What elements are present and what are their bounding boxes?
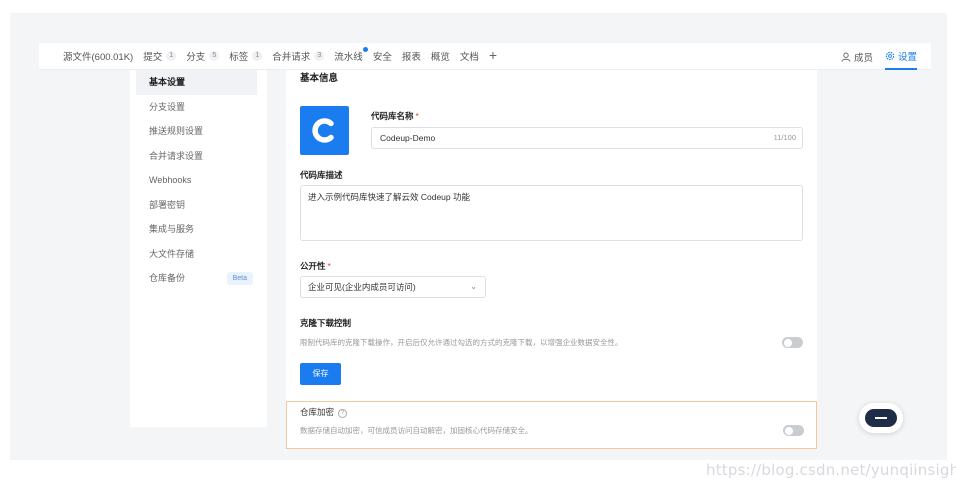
sidebar-item-push-rules[interactable]: 推送规则设置 — [130, 119, 267, 144]
sidebar-item-label: 合并请求设置 — [149, 150, 204, 161]
notification-dot — [362, 47, 368, 52]
label-text: 代码库名称 — [371, 111, 414, 121]
help-icon[interactable]: ? — [338, 409, 348, 418]
gear-icon — [885, 51, 895, 60]
chat-icon — [865, 409, 897, 427]
sidebar-item-label: Webhooks — [149, 175, 192, 185]
tab-reports[interactable]: 报表 — [402, 49, 421, 63]
required-mark: * — [327, 261, 331, 271]
tab-pipelines[interactable]: 流水线 — [334, 47, 368, 63]
label-text: 公开性 — [300, 261, 326, 271]
visibility-label: 公开性 * — [300, 260, 331, 272]
label-text: 仓库加密 — [300, 407, 335, 417]
required-mark: * — [415, 111, 419, 121]
watermark: https://blog.csdn.net/yunqiinsight — [706, 461, 956, 479]
tab-tags[interactable]: 标签 1 — [229, 49, 263, 63]
input-value: Codeup-Demo — [380, 133, 436, 143]
encryption-desc: 数据存储自动加密，可信成员访问自动解密，加固核心代码存储安全。 — [300, 426, 533, 435]
tab-members[interactable]: 成员 — [841, 43, 873, 70]
sidebar-item-label: 部署密钥 — [149, 199, 186, 210]
repo-encryption-card: 仓库加密? 数据存储自动加密，可信成员访问自动解密，加固核心代码存储安全。 — [286, 401, 817, 449]
tab-label: 分支 — [186, 52, 206, 63]
clone-control-title: 克隆下载控制 — [300, 318, 352, 328]
sidebar-item-integrations[interactable]: 集成与服务 — [130, 217, 267, 242]
tab-label: 安全 — [372, 52, 392, 63]
repo-nav-bar: 源文件(600.01K) 提交 1 分支 5 标签 1 合并请求 3 流水线 安全 报表… — [39, 43, 931, 70]
repo-name-input[interactable]: Codeup-Demo 11/100 — [371, 127, 803, 149]
settings-sidebar: 基本设置 分支设置 推送规则设置 合并请求设置 Webhooks 部署密钥 集成… — [130, 70, 267, 427]
sidebar-item-deploy-keys[interactable]: 部署密钥 — [130, 193, 267, 218]
encryption-title: 仓库加密? — [300, 406, 348, 418]
tab-label: 合并请求 — [272, 52, 311, 63]
repo-desc-textarea[interactable]: 进入示例代码库快速了解云效 Codeup 功能 — [300, 185, 803, 241]
tab-docs[interactable]: 文档 — [460, 49, 479, 63]
tab-settings[interactable]: 设置 — [884, 43, 917, 70]
tab-label: 设置 — [897, 51, 917, 63]
tab-label: 概览 — [430, 52, 450, 63]
clone-control-desc: 限制代码库的克隆下载操作，开启后仅允许通过勾选的方式的克隆下载，以增强企业数据安… — [300, 338, 623, 347]
repo-desc-label: 代码库描述 — [300, 170, 343, 180]
user-icon — [841, 52, 851, 62]
tab-source-files[interactable]: 源文件(600.01K) — [63, 49, 133, 63]
sidebar-item-label: 集成与服务 — [149, 224, 195, 234]
tab-label: 流水线 — [334, 52, 363, 63]
tab-label: 提交 — [143, 52, 163, 63]
sidebar-item-label: 分支设置 — [149, 101, 186, 112]
tab-branches[interactable]: 分支 5 — [186, 49, 220, 63]
section-title: 基本信息 — [300, 73, 339, 84]
beta-badge: Beta — [226, 271, 253, 285]
basic-settings-panel: 基本信息 代码库名称 * Codeup-Demo 11/100 代码库描述 进入示… — [286, 70, 817, 402]
char-counter: 11/100 — [773, 133, 796, 142]
sidebar-item-label: 大文件存储 — [149, 248, 195, 259]
sidebar-item-webhooks[interactable]: Webhooks — [130, 168, 267, 193]
tab-security[interactable]: 安全 — [373, 49, 392, 63]
clone-control-toggle[interactable] — [782, 337, 803, 348]
repo-logo[interactable] — [300, 106, 349, 155]
sidebar-item-label: 基本设置 — [149, 77, 186, 87]
tab-label: 标签 — [229, 52, 249, 63]
count-badge: 1 — [166, 51, 177, 61]
floating-chat-button[interactable] — [859, 403, 903, 433]
sidebar-item-label: 推送规则设置 — [149, 126, 204, 136]
save-button[interactable]: 保存 — [300, 363, 341, 385]
tab-label: 成员 — [853, 52, 873, 64]
repo-name-label: 代码库名称 * — [371, 110, 419, 122]
sidebar-item-label: 仓库备份 — [149, 273, 186, 283]
visibility-select[interactable]: 企业可见(企业内成员可访问) ⌄ — [300, 276, 486, 298]
sidebar-item-branches[interactable]: 分支设置 — [130, 95, 267, 120]
count-badge: 3 — [314, 51, 325, 61]
textarea-value: 进入示例代码库快速了解云效 Codeup 功能 — [308, 192, 470, 202]
tab-label: 报表 — [401, 52, 421, 63]
sidebar-item-large-files[interactable]: 大文件存储 — [130, 242, 267, 267]
sidebar-item-basic[interactable]: 基本设置 — [136, 70, 257, 95]
tab-commits[interactable]: 提交 1 — [143, 49, 177, 63]
tab-merge-requests[interactable]: 合并请求 3 — [272, 49, 325, 63]
count-badge: 1 — [252, 51, 263, 61]
codeup-logo-icon — [312, 118, 334, 143]
tab-label: 文档 — [459, 52, 479, 63]
chevron-down-icon: ⌄ — [470, 282, 477, 291]
select-value: 企业可见(企业内成员可访问) — [308, 282, 416, 292]
sidebar-item-backup[interactable]: 仓库备份 Beta — [130, 266, 267, 291]
tab-overview[interactable]: 概览 — [431, 49, 450, 63]
sidebar-item-merge-requests[interactable]: 合并请求设置 — [130, 144, 267, 169]
encryption-toggle[interactable] — [783, 425, 804, 436]
count-badge: 5 — [209, 51, 220, 61]
tab-label: 源文件(600.01K) — [63, 52, 134, 63]
plus-icon[interactable]: + — [489, 48, 497, 62]
